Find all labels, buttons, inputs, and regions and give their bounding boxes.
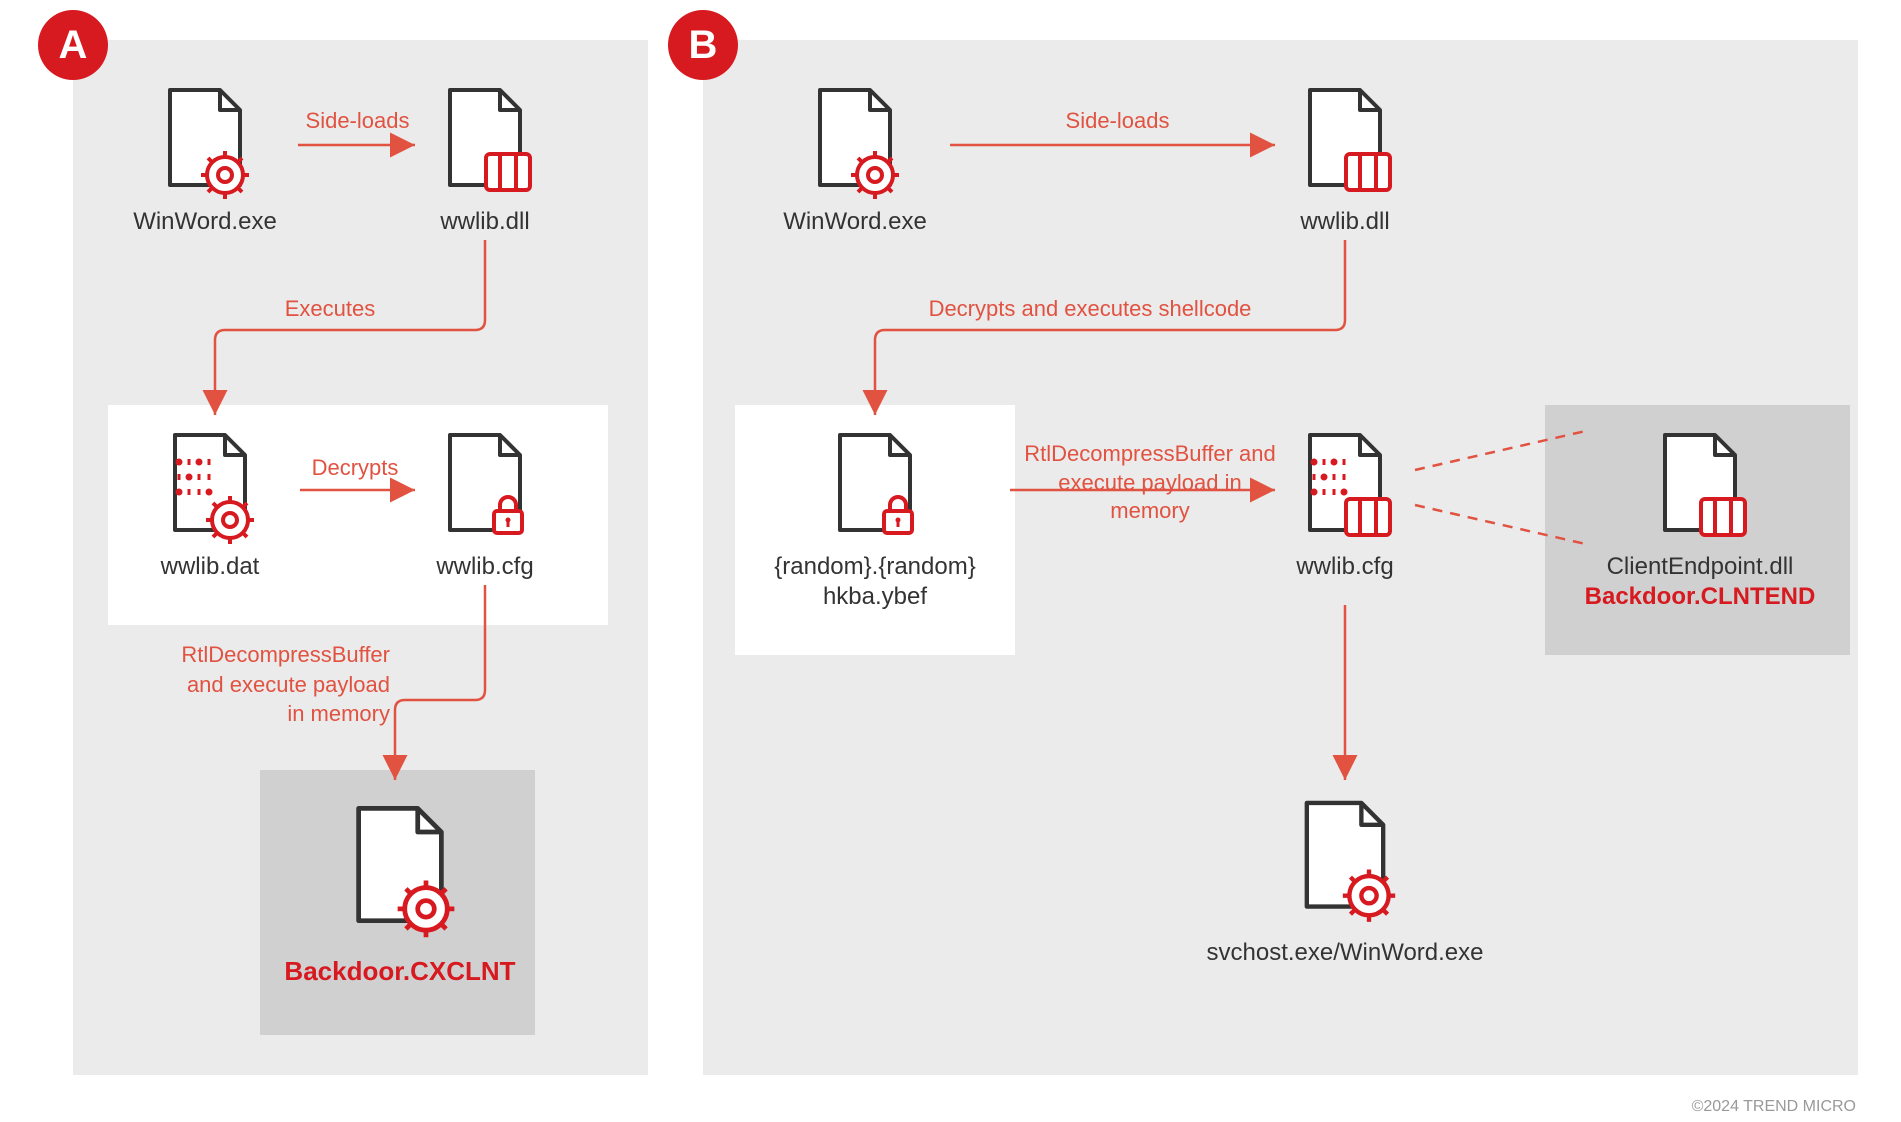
- file-binary-gear-icon: [155, 425, 265, 545]
- a-node-wwlibdat: wwlib.dat: [125, 425, 295, 581]
- b-arrow1-label: Side-loads: [1060, 108, 1175, 134]
- b-node1-label: WinWord.exe: [770, 208, 940, 236]
- b-arrow3-l2: execute payload in memory: [1058, 470, 1241, 524]
- file-dll-icon: [1290, 80, 1400, 200]
- a-arrow4-l1: RtlDecompressBuffer: [181, 642, 390, 667]
- b-node-winword: WinWord.exe: [770, 80, 940, 236]
- b-node-clientendpoint: ClientEndpoint.dll Backdoor.CLNTEND: [1565, 425, 1835, 611]
- b-node-svchost: svchost.exe/WinWord.exe: [1195, 790, 1495, 967]
- b-node5-label: svchost.exe/WinWord.exe: [1195, 939, 1495, 967]
- b-node-wwlibdll: wwlib.dll: [1260, 80, 1430, 236]
- badge-a: A: [38, 10, 108, 80]
- a-node-wwlibdll: wwlib.dll: [400, 80, 570, 236]
- file-gear-icon: [150, 80, 260, 200]
- b-node4-label: wwlib.cfg: [1260, 553, 1430, 581]
- a-arrow3-label: Decrypts: [300, 455, 410, 481]
- file-dll-icon: [1645, 425, 1755, 545]
- file-gear-icon: [335, 795, 465, 940]
- badge-b: B: [668, 10, 738, 80]
- a-arrow2-label: Executes: [280, 296, 380, 322]
- file-dll-icon: [430, 80, 540, 200]
- b-node3-label1: {random}.{random}: [750, 553, 1000, 581]
- file-lock-icon: [430, 425, 540, 545]
- a-node4-label: wwlib.cfg: [400, 553, 570, 581]
- b-node2-label: wwlib.dll: [1260, 208, 1430, 236]
- file-lock-icon: [820, 425, 930, 545]
- b-arrow3-l1: RtlDecompressBuffer and: [1024, 441, 1276, 466]
- b-node6-label2: Backdoor.CLNTEND: [1565, 583, 1835, 611]
- a-arrow4-label: RtlDecompressBuffer and execute payload …: [130, 640, 390, 729]
- b-node-wwlibcfg: wwlib.cfg: [1260, 425, 1430, 581]
- a-node3-label: wwlib.dat: [125, 553, 295, 581]
- copyright: ©2024 TREND MICRO: [1692, 1098, 1856, 1116]
- a-node1-label: WinWord.exe: [120, 208, 290, 236]
- b-arrow3-label: RtlDecompressBuffer and execute payload …: [1020, 440, 1280, 526]
- a-arrow4-l3: in memory: [287, 701, 390, 726]
- file-gear-icon: [800, 80, 910, 200]
- a-node-backdoor: Backdoor.CXCLNT: [275, 795, 525, 987]
- a-arrow1-label: Side-loads: [300, 108, 415, 134]
- a-node5-label: Backdoor.CXCLNT: [275, 956, 525, 987]
- a-node2-label: wwlib.dll: [400, 208, 570, 236]
- b-node3-label2: hkba.ybef: [750, 583, 1000, 611]
- b-node-random: {random}.{random} hkba.ybef: [750, 425, 1000, 611]
- a-arrow4-l2: and execute payload: [187, 672, 390, 697]
- a-node-winword: WinWord.exe: [120, 80, 290, 236]
- b-arrow2-label: Decrypts and executes shellcode: [910, 296, 1270, 322]
- file-gear-icon: [1285, 790, 1405, 925]
- b-node6-label1: ClientEndpoint.dll: [1565, 553, 1835, 581]
- file-binary-dll-icon: [1290, 425, 1400, 545]
- a-node-wwlibcfg: wwlib.cfg: [400, 425, 570, 581]
